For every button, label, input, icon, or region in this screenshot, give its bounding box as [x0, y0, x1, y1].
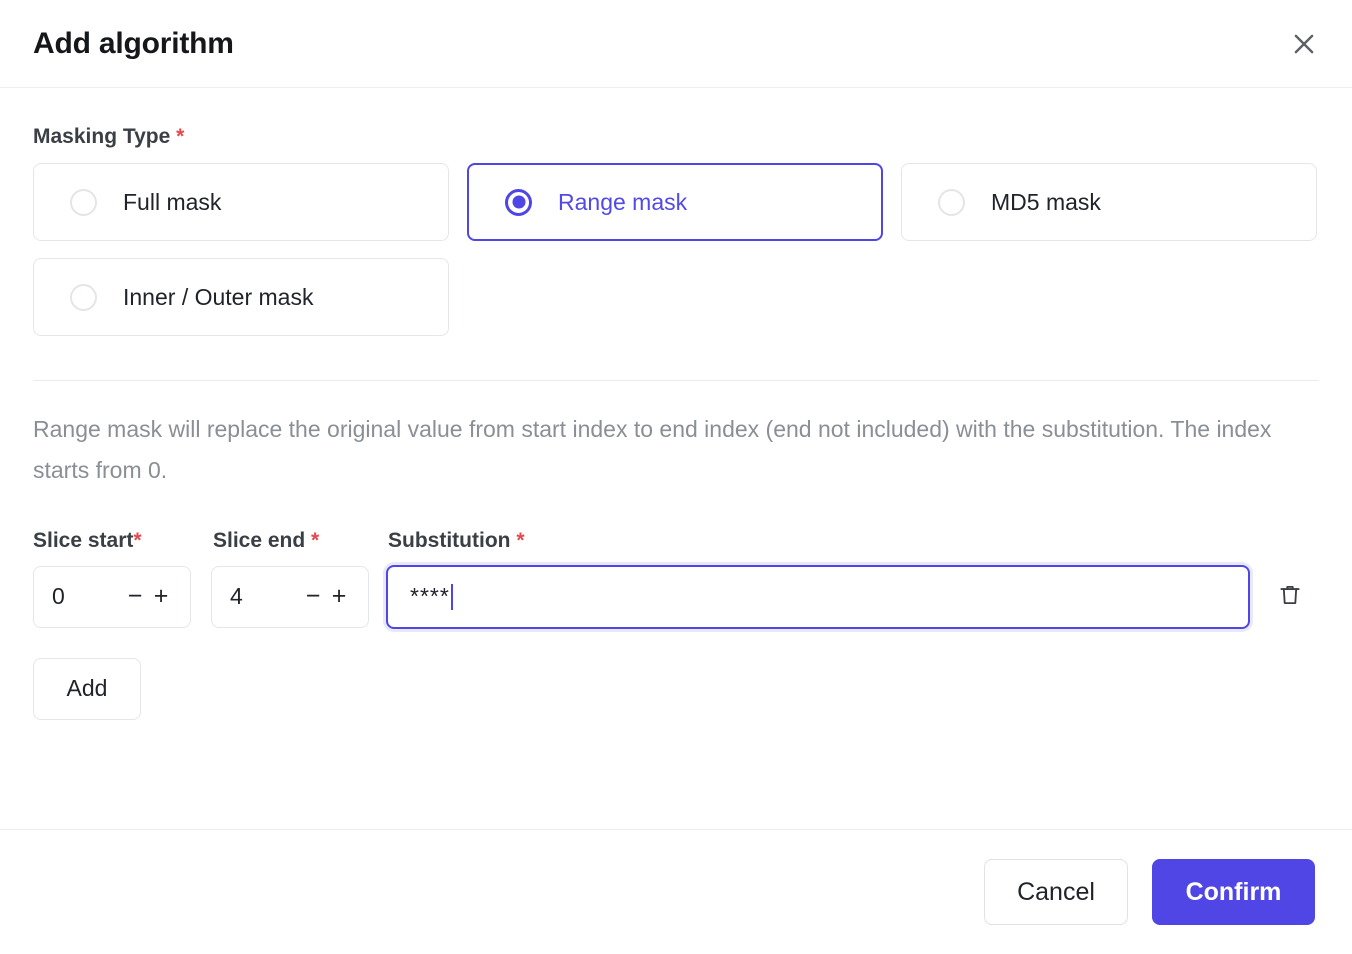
radio-option-inner-outer-mask[interactable]: Inner / Outer mask [33, 258, 449, 336]
dialog-header: Add algorithm [0, 0, 1352, 88]
rule-row: 0 − + 4 − + **** [33, 564, 1319, 629]
slice-start-stepper[interactable]: 0 − + [33, 565, 191, 628]
radio-option-label: MD5 mask [991, 188, 1101, 215]
masking-type-label: Masking Type * [33, 125, 185, 148]
mask-description: Range mask will replace the original val… [33, 416, 1272, 483]
radio-icon [70, 188, 97, 216]
substitution-input[interactable]: **** [386, 564, 1250, 629]
masking-type-radio-group: Full mask Range mask MD5 mask Inner / Ou… [33, 163, 1319, 336]
add-rule-button[interactable]: Add [33, 657, 141, 720]
close-icon [1289, 29, 1319, 59]
required-asterisk: * [311, 528, 320, 552]
radio-option-full-mask[interactable]: Full mask [33, 163, 449, 241]
slice-start-label: Slice start* [33, 528, 142, 552]
substitution-label: Substitution * [388, 528, 525, 552]
text-caret [450, 583, 453, 610]
radio-selected-icon [505, 188, 532, 216]
substitution-value: **** [410, 583, 450, 610]
slice-end-value[interactable]: 4 [230, 583, 300, 610]
delete-rule-button[interactable] [1266, 573, 1314, 621]
trash-icon [1277, 582, 1303, 611]
radio-option-label: Inner / Outer mask [123, 283, 314, 310]
close-button[interactable] [1282, 22, 1326, 66]
slice-end-stepper[interactable]: 4 − + [211, 565, 369, 628]
radio-option-label: Range mask [558, 188, 688, 215]
radio-icon [938, 188, 965, 216]
required-asterisk: * [176, 125, 185, 148]
rule-field-labels: Slice start* Slice end * Substitution * [33, 529, 1319, 553]
radio-option-range-mask[interactable]: Range mask [467, 163, 883, 241]
page-title: Add algorithm [33, 26, 234, 60]
radio-option-md5-mask[interactable]: MD5 mask [901, 163, 1317, 241]
required-asterisk: * [516, 528, 525, 552]
slice-end-label: Slice end * [213, 528, 320, 552]
confirm-button[interactable]: Confirm [1152, 859, 1315, 925]
slice-start-increment-button[interactable]: + [148, 580, 174, 614]
dialog-body: Masking Type * Full mask Range mask MD5 … [0, 125, 1352, 720]
slice-start-decrement-button[interactable]: − [122, 580, 148, 614]
slice-start-value[interactable]: 0 [52, 583, 122, 610]
cancel-button[interactable]: Cancel [984, 859, 1128, 925]
required-asterisk: * [133, 528, 142, 552]
slice-end-decrement-button[interactable]: − [300, 580, 326, 614]
slice-end-increment-button[interactable]: + [326, 580, 352, 614]
radio-option-label: Full mask [123, 188, 222, 215]
dialog-footer: Cancel Confirm [0, 829, 1352, 954]
section-divider [33, 380, 1319, 381]
radio-icon [70, 283, 97, 311]
